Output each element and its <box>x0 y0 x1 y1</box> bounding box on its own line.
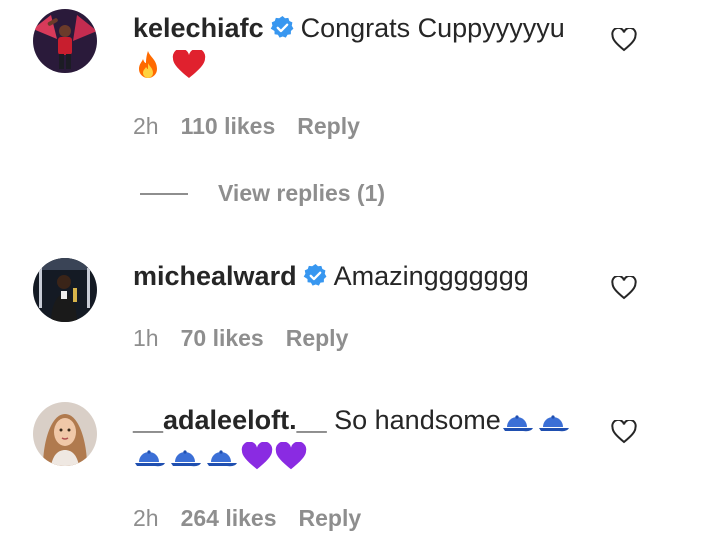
avatar[interactable] <box>33 402 97 466</box>
view-replies-button[interactable]: View replies (1) <box>140 180 385 210</box>
like-heart-icon[interactable] <box>611 276 637 300</box>
emoji-line <box>133 438 309 472</box>
billed-cap-emoji-icon <box>207 450 237 467</box>
comment-item: kelechiafc Congrats Cuppyyyyyu 2h 110 like… <box>0 0 720 230</box>
comment-meta: 1h 70 likes Reply <box>133 325 370 352</box>
fire-emoji-icon <box>139 51 157 79</box>
comment-text-line: __adaleeloft.__ So handsome <box>133 403 573 437</box>
purple-heart-emoji-icon <box>241 442 273 470</box>
comment-text-line: kelechiafc Congrats Cuppyyyyyu <box>133 11 565 45</box>
comment-meta: 2h 264 likes Reply <box>133 505 383 532</box>
avatar[interactable] <box>33 9 97 73</box>
red-heart-emoji-icon <box>173 50 206 79</box>
comment-text-line: michealward Amazinggggggg <box>133 259 529 293</box>
billed-cap-emoji-icon <box>135 450 165 467</box>
reply-button[interactable]: Reply <box>297 113 360 139</box>
verified-badge-icon <box>270 16 294 38</box>
comment-likes[interactable]: 264 likes <box>181 505 277 531</box>
billed-cap-emoji-icon <box>502 415 533 432</box>
divider-line <box>140 192 188 195</box>
avatar-image <box>33 9 97 73</box>
reply-button[interactable]: Reply <box>299 505 362 531</box>
comment-username[interactable]: __adaleeloft.__ <box>133 405 327 435</box>
comment-meta: 2h 110 likes Reply <box>133 113 382 140</box>
emoji-line <box>133 46 208 81</box>
avatar-image <box>33 402 97 466</box>
view-replies-label: View replies (1) <box>218 180 386 206</box>
comment-item: michealward Amazinggggggg 1h 70 likes Reply <box>0 250 720 370</box>
comment-body: So handsome <box>334 405 501 435</box>
billed-cap-emoji-icon <box>171 450 201 467</box>
like-heart-icon[interactable] <box>611 28 637 52</box>
comment-item: __adaleeloft.__ So handsome 2h 264 likes R… <box>0 394 720 554</box>
purple-heart-emoji-icon <box>275 442 307 470</box>
comment-body: Amazinggggggg <box>333 261 529 291</box>
comment-time: 2h <box>133 505 159 531</box>
comment-time: 1h <box>133 325 159 351</box>
reply-button[interactable]: Reply <box>286 325 349 351</box>
comment-username[interactable]: michealward <box>133 261 297 291</box>
comment-username[interactable]: kelechiafc <box>133 13 264 43</box>
comment-likes[interactable]: 70 likes <box>181 325 264 351</box>
comment-likes[interactable]: 110 likes <box>181 113 276 139</box>
verified-badge-icon <box>303 264 327 286</box>
comment-time: 2h <box>133 113 159 139</box>
avatar-image <box>33 258 97 322</box>
like-heart-icon[interactable] <box>611 420 637 444</box>
comment-body: Congrats Cuppyyyyyu <box>300 13 565 43</box>
avatar[interactable] <box>33 258 97 322</box>
billed-cap-emoji-icon <box>538 415 569 432</box>
